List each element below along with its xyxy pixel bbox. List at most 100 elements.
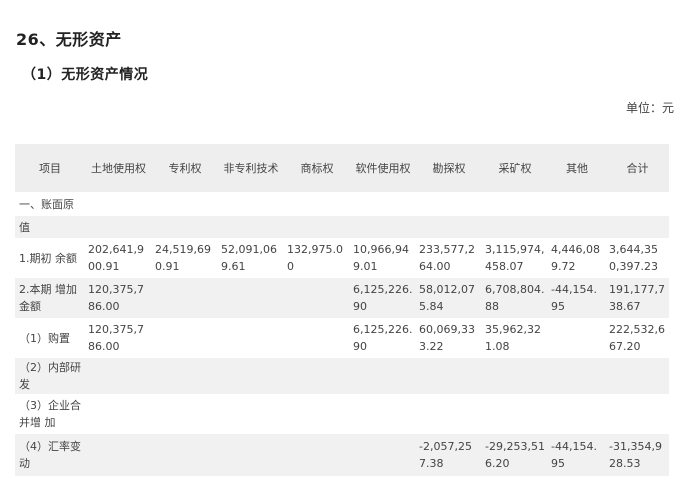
- unit-label: 单位：元: [626, 101, 675, 115]
- table-cell: -31,354,928.53: [606, 434, 669, 476]
- table-cell: [350, 434, 416, 476]
- table-cell: 3,644,350,397.23: [606, 238, 669, 278]
- table-cell: 120,375,786.00: [85, 318, 152, 358]
- table-cell: [152, 434, 218, 476]
- table-cell: [152, 358, 218, 394]
- table-cell: [152, 394, 218, 434]
- table-cell: [218, 434, 284, 476]
- table-cell: [606, 394, 669, 434]
- table-cell: 60,069,333.22: [416, 318, 482, 358]
- row-label: 2.本期 增加金额: [15, 278, 85, 318]
- table-cell: -29,253,516.20: [482, 434, 548, 476]
- table-cell: 6,125,226.90: [350, 278, 416, 318]
- intangible-assets-table: 项目 土地使用权 专利权 非专利技术 商标权 软件使用权 勘探权 采矿权 其他 …: [15, 144, 669, 476]
- table-cell: [152, 192, 218, 216]
- table-cell: [218, 278, 284, 318]
- table-cell: -44,154.95: [548, 434, 606, 476]
- table-cell: [548, 216, 606, 238]
- table-cell: 6,125,226.90: [350, 318, 416, 358]
- column-header: 其他: [548, 144, 606, 192]
- table-cell: [218, 318, 284, 358]
- table-cell: [284, 358, 350, 394]
- table-cell: 202,641,900.91: [85, 238, 152, 278]
- row-label: （2）内部研发: [15, 358, 85, 394]
- table-cell: [548, 192, 606, 216]
- table-row: （4）汇率变 动 -2,057,257.38 -29,253,516.20 -4…: [15, 434, 669, 476]
- table-row: 2.本期 增加金额 120,375,786.00 6,125,226.90 58…: [15, 278, 669, 318]
- table-row: 1.期初 余额 202,641,900.91 24,519,690.91 52,…: [15, 238, 669, 278]
- table-cell: [606, 358, 669, 394]
- row-label: （1）购置: [15, 318, 85, 358]
- table-row: 值: [15, 216, 669, 238]
- table-cell: [284, 394, 350, 434]
- column-header: 合计: [606, 144, 669, 192]
- column-header: 项目: [15, 144, 85, 192]
- table-cell: [85, 394, 152, 434]
- table-cell: 4,446,089.72: [548, 238, 606, 278]
- table-cell: [152, 278, 218, 318]
- table-cell: [548, 394, 606, 434]
- table-cell: [85, 216, 152, 238]
- table-cell: [482, 394, 548, 434]
- column-header: 非专利技术: [218, 144, 284, 192]
- table-cell: [548, 358, 606, 394]
- table-row: （3）企业合并增 加: [15, 394, 669, 434]
- column-header: 土地使用权: [85, 144, 152, 192]
- table-cell: [85, 192, 152, 216]
- row-label: 1.期初 余额: [15, 238, 85, 278]
- table-cell: 24,519,690.91: [152, 238, 218, 278]
- table-cell: 191,177,738.67: [606, 278, 669, 318]
- column-header: 软件使用权: [350, 144, 416, 192]
- column-header: 商标权: [284, 144, 350, 192]
- table-subheading: （1）无形资产情况: [22, 67, 149, 83]
- table-cell: [284, 278, 350, 318]
- table-header-row: 项目 土地使用权 专利权 非专利技术 商标权 软件使用权 勘探权 采矿权 其他 …: [15, 144, 669, 192]
- table-cell: 35,962,321.08: [482, 318, 548, 358]
- table-cell: 6,708,804.88: [482, 278, 548, 318]
- table-cell: [482, 192, 548, 216]
- table-cell: [350, 216, 416, 238]
- table-cell: [218, 216, 284, 238]
- table-cell: [416, 192, 482, 216]
- table-cell: [218, 192, 284, 216]
- column-header: 专利权: [152, 144, 218, 192]
- table-cell: [85, 358, 152, 394]
- table-cell: 3,115,974,458.07: [482, 238, 548, 278]
- table-cell: [350, 358, 416, 394]
- table-cell: [606, 216, 669, 238]
- table-cell: [284, 434, 350, 476]
- table-cell: 52,091,069.61: [218, 238, 284, 278]
- table-cell: [152, 216, 218, 238]
- row-label: 一、账面原: [15, 192, 85, 216]
- table-row: （2）内部研发: [15, 358, 669, 394]
- table-cell: [284, 216, 350, 238]
- table-cell: [482, 358, 548, 394]
- table-cell: -44,154.95: [548, 278, 606, 318]
- row-label: （4）汇率变 动: [15, 434, 85, 476]
- row-label: 值: [15, 216, 85, 238]
- table-row: 一、账面原: [15, 192, 669, 216]
- table-cell: 120,375,786.00: [85, 278, 152, 318]
- column-header: 采矿权: [482, 144, 548, 192]
- table-cell: [416, 216, 482, 238]
- section-heading: 26、无形资产: [16, 30, 122, 49]
- row-label: （3）企业合并增 加: [15, 394, 85, 434]
- table-cell: [284, 318, 350, 358]
- table-cell: 222,532,667.20: [606, 318, 669, 358]
- table-cell: [548, 318, 606, 358]
- table-cell: 58,012,075.84: [416, 278, 482, 318]
- table-cell: [284, 192, 350, 216]
- column-header: 勘探权: [416, 144, 482, 192]
- table-cell: 132,975.00: [284, 238, 350, 278]
- table-cell: -2,057,257.38: [416, 434, 482, 476]
- table-cell: [416, 358, 482, 394]
- table-cell: [416, 394, 482, 434]
- table-cell: [350, 394, 416, 434]
- table-cell: [152, 318, 218, 358]
- table-cell: [606, 192, 669, 216]
- table-cell: [218, 394, 284, 434]
- table-cell: [482, 216, 548, 238]
- table-cell: 10,966,949.01: [350, 238, 416, 278]
- table-cell: [85, 434, 152, 476]
- table-cell: [350, 192, 416, 216]
